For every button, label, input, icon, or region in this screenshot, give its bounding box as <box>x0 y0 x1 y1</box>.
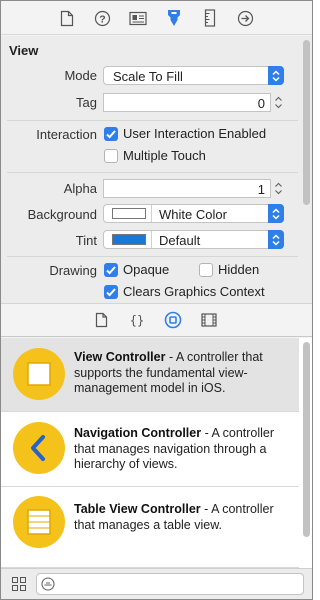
mode-value: Scale To Fill <box>113 69 183 84</box>
swatch-divider <box>151 231 152 248</box>
tint-color-popup[interactable]: Default <box>103 230 284 249</box>
library-scrollbar[interactable] <box>300 338 312 568</box>
divider <box>7 256 298 257</box>
file-inspector-icon[interactable] <box>58 9 76 27</box>
multiple-touch-label: Multiple Touch <box>123 148 206 163</box>
quick-help-icon[interactable]: ? <box>93 9 111 27</box>
swatch-divider <box>151 205 152 222</box>
library-toolbar: {} <box>1 303 312 337</box>
view-controller-icon <box>13 348 65 400</box>
file-template-icon[interactable] <box>92 311 110 329</box>
tag-label: Tag <box>76 95 97 110</box>
object-library-list: View Controller - A controller that supp… <box>1 338 312 568</box>
clears-graphics-context-checkbox[interactable] <box>104 285 118 299</box>
attributes-inspector-icon[interactable] <box>165 9 183 27</box>
list-item-text: View Controller - A controller that supp… <box>74 350 287 397</box>
code-snippet-icon[interactable]: {} <box>128 311 146 329</box>
grid-view-icon[interactable] <box>10 575 28 593</box>
inspector-scroll-thumb[interactable] <box>303 40 310 205</box>
list-item-text: Navigation Controller - A controller tha… <box>74 426 287 473</box>
list-item-title: Table View Controller <box>74 502 201 516</box>
library-scroll-thumb[interactable] <box>303 342 310 537</box>
section-title: View <box>9 43 39 58</box>
list-item-text: Table View Controller - A controller tha… <box>74 502 287 533</box>
alpha-label: Alpha <box>63 181 97 196</box>
tint-color-value: Default <box>159 233 201 248</box>
svg-text:?: ? <box>99 13 105 25</box>
alpha-value: 1 <box>257 182 265 197</box>
navigation-controller-icon <box>13 422 65 474</box>
attributes-inspector: View Mode Scale To Fill Tag 0 Interactio… <box>1 36 312 303</box>
background-color-swatch <box>112 208 146 219</box>
clears-graphics-context-label: Clears Graphics Context <box>123 284 265 299</box>
media-library-icon[interactable] <box>200 311 218 329</box>
background-color-value: White Color <box>159 207 227 222</box>
divider <box>7 120 298 121</box>
list-item[interactable]: View Controller - A controller that supp… <box>1 338 299 412</box>
tag-stepper[interactable] <box>273 93 284 112</box>
alpha-field[interactable]: 1 <box>103 179 271 198</box>
mode-popup[interactable]: Scale To Fill <box>103 66 284 85</box>
connections-inspector-icon[interactable] <box>236 9 254 27</box>
divider <box>7 172 298 173</box>
list-item[interactable]: Navigation Controller - A controller tha… <box>1 413 299 487</box>
tag-value: 0 <box>257 96 265 111</box>
opaque-checkbox[interactable] <box>104 263 118 277</box>
library-filter-bar <box>1 568 312 599</box>
mode-label: Mode <box>64 68 97 83</box>
list-item-title: Navigation Controller <box>74 426 202 440</box>
alpha-stepper[interactable] <box>273 179 284 198</box>
tag-field[interactable]: 0 <box>103 93 271 112</box>
size-inspector-icon[interactable] <box>201 9 219 27</box>
opaque-label: Opaque <box>123 262 170 277</box>
popup-chevrons-icon <box>268 230 284 249</box>
inspector-scrollbar[interactable] <box>300 36 312 303</box>
table-view-controller-icon <box>13 496 65 548</box>
user-interaction-label: User Interaction Enabled <box>123 126 267 141</box>
hidden-checkbox[interactable] <box>199 263 213 277</box>
inspector-toolbar: ? <box>1 1 312 35</box>
hidden-label: Hidden <box>218 262 260 277</box>
object-library-icon[interactable] <box>164 311 182 329</box>
multiple-touch-checkbox[interactable] <box>104 149 118 163</box>
popup-chevrons-icon <box>268 204 284 223</box>
list-item-title: View Controller <box>74 350 166 364</box>
identity-inspector-icon[interactable] <box>129 9 147 27</box>
tint-color-swatch <box>112 234 146 245</box>
tint-label: Tint <box>75 233 97 248</box>
filter-icon <box>41 577 55 594</box>
filter-input[interactable] <box>36 573 304 595</box>
background-label: Background <box>27 207 97 222</box>
utilities-panel: ? View Mode Scale To Fill Tag 0 Interact… <box>0 0 313 600</box>
list-item[interactable]: Table View Controller - A controller tha… <box>1 488 299 568</box>
popup-chevrons-icon <box>268 66 284 85</box>
background-color-popup[interactable]: White Color <box>103 204 284 223</box>
drawing-label: Drawing <box>49 263 97 278</box>
user-interaction-checkbox[interactable] <box>104 127 118 141</box>
interaction-label: Interaction <box>36 127 97 142</box>
svg-text:{}: {} <box>130 314 144 328</box>
